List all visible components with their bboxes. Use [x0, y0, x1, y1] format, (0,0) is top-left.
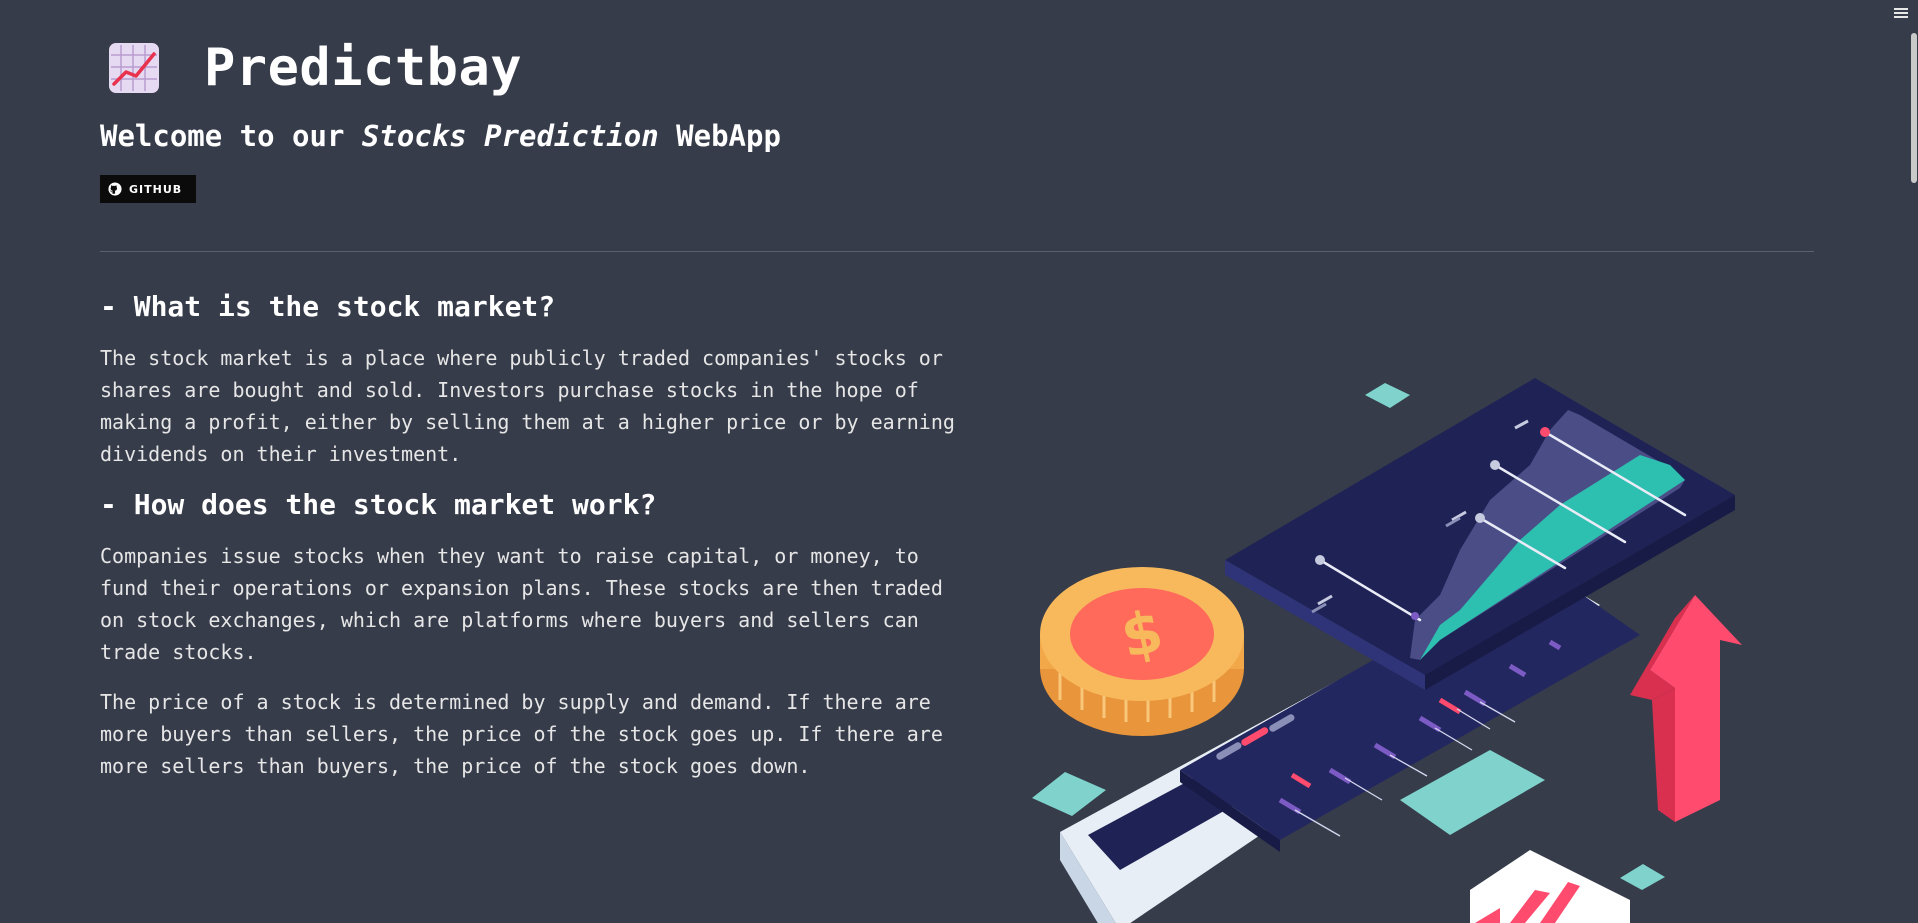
app-header: Predictbay [100, 38, 522, 98]
divider [100, 251, 1814, 252]
scrollbar-thumb[interactable] [1911, 33, 1917, 183]
welcome-heading: Welcome to our Stocks Prediction WebApp [100, 119, 781, 153]
welcome-emphasis: Stocks Prediction [361, 119, 659, 153]
github-label: GITHUB [129, 182, 183, 196]
hamburger-menu-icon[interactable] [1892, 6, 1910, 24]
section-heading-how: - How does the stock market work? [100, 488, 657, 521]
chart-increasing-icon [106, 40, 162, 96]
scrollbar[interactable] [1910, 30, 1918, 923]
section-heading-what: - What is the stock market? [100, 290, 556, 323]
section-paragraph: The stock market is a place where public… [100, 346, 955, 466]
app-title: Predictbay [204, 38, 523, 98]
page: Predictbay Welcome to our Stocks Predict… [0, 0, 1918, 923]
github-button[interactable]: GITHUB [100, 175, 196, 203]
section-paragraph: Companies issue stocks when they want to… [100, 544, 943, 664]
main-content: - What is the stock market? The stock ma… [100, 290, 960, 800]
section-paragraph: The price of a stock is determined by su… [100, 690, 943, 778]
stock-trading-illustration: $ [1020, 370, 1780, 923]
github-icon [108, 182, 122, 196]
